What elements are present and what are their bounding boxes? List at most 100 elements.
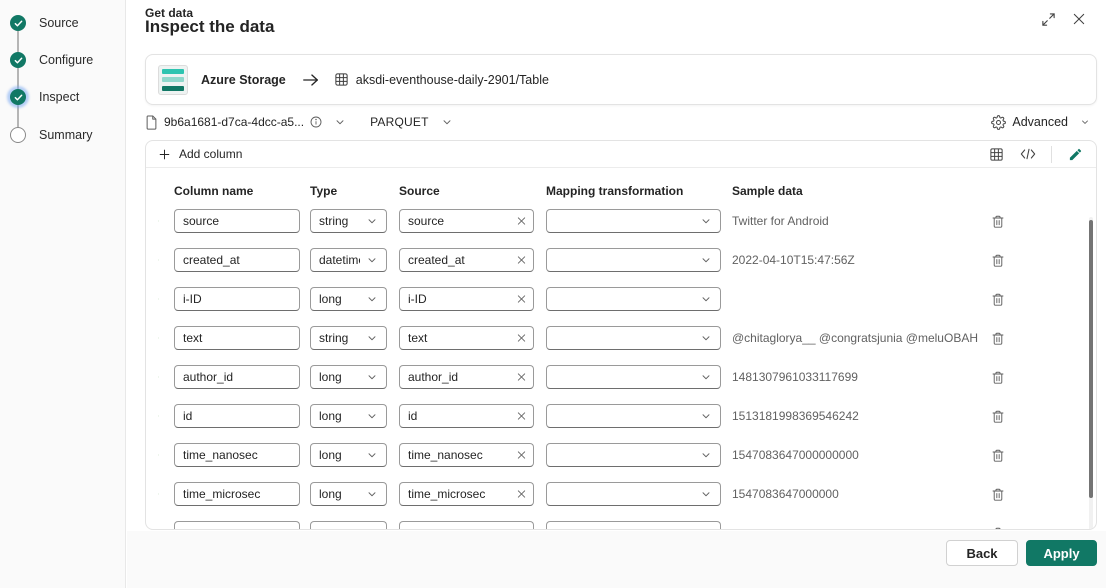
arrow-right-icon — [302, 73, 320, 87]
delete-row-icon[interactable] — [990, 214, 1006, 229]
clear-source-icon[interactable] — [516, 411, 527, 422]
info-icon — [310, 116, 322, 128]
mapping-transformation-select[interactable] — [546, 326, 721, 350]
row-valid-check-icon — [158, 369, 159, 385]
scrollbar-thumb[interactable] — [1089, 220, 1093, 498]
table-row: long 1481307961033117699 — [146, 365, 1096, 389]
step-empty-circle-icon — [10, 127, 26, 143]
advanced-menu[interactable]: Advanced — [991, 110, 1090, 134]
source-field-input[interactable] — [399, 287, 534, 311]
type-select[interactable] — [310, 521, 387, 529]
mapping-transformation-select[interactable] — [546, 443, 721, 467]
clear-source-icon[interactable] — [516, 216, 527, 227]
apply-button[interactable]: Apply — [1026, 540, 1097, 566]
source-field-input[interactable] — [399, 404, 534, 428]
step-configure[interactable]: Configure — [10, 52, 93, 68]
type-select[interactable]: string — [310, 209, 387, 233]
source-field-input[interactable] — [399, 521, 534, 529]
column-name-input[interactable] — [174, 326, 300, 350]
add-column-label: Add column — [179, 147, 243, 161]
clear-source-icon[interactable] — [516, 528, 527, 530]
destination-table-name: aksdi-eventhouse-daily-2901/Table — [355, 72, 549, 87]
clear-source-icon[interactable] — [516, 450, 527, 461]
clear-source-icon[interactable] — [516, 372, 527, 383]
source-field-input[interactable] — [399, 443, 534, 467]
delete-row-icon[interactable] — [990, 253, 1006, 268]
delete-row-icon[interactable] — [990, 448, 1006, 463]
chevron-down-icon — [1080, 117, 1090, 127]
sample-data-text: @chitaglorya__ @congratsjunia @meluOBAH … — [732, 331, 982, 345]
type-select[interactable]: string — [310, 326, 387, 350]
clear-source-icon[interactable] — [516, 255, 527, 266]
delete-row-icon[interactable] — [990, 526, 1006, 529]
column-name-input[interactable] — [174, 365, 300, 389]
delete-row-icon[interactable] — [990, 487, 1006, 502]
step-complete-check-icon — [10, 15, 26, 31]
clear-source-icon[interactable] — [516, 294, 527, 305]
column-name-input[interactable] — [174, 248, 300, 272]
add-column-button[interactable]: Add column — [158, 147, 242, 161]
column-name-input[interactable] — [174, 287, 300, 311]
format-selector[interactable]: PARQUET — [370, 115, 453, 129]
type-select[interactable]: datetime — [310, 248, 387, 272]
step-inspect[interactable]: Inspect — [10, 89, 79, 105]
step-label: Source — [39, 16, 79, 30]
vertical-scrollbar — [1089, 217, 1093, 529]
table-view-icon[interactable] — [987, 145, 1005, 163]
column-name-input[interactable] — [174, 521, 300, 529]
expand-dialog-icon[interactable] — [1039, 10, 1057, 28]
chevron-down-icon — [441, 116, 453, 128]
toolbar-divider — [1051, 145, 1052, 163]
sample-data-text: 1513181998369546242 — [732, 409, 859, 423]
source-field-input[interactable] — [399, 365, 534, 389]
row-valid-check-icon — [158, 447, 159, 463]
column-name-input[interactable] — [174, 209, 300, 233]
mapping-transformation-select[interactable] — [546, 287, 721, 311]
plus-icon — [158, 148, 171, 161]
source-field-input[interactable] — [399, 248, 534, 272]
chevron-down-icon — [700, 293, 712, 305]
mapping-transformation-select[interactable] — [546, 209, 721, 233]
file-selector[interactable]: 9b6a1681-d7ca-4dcc-a5... — [145, 114, 346, 130]
mapping-transformation-select[interactable] — [546, 404, 721, 428]
chevron-down-icon — [700, 449, 712, 461]
type-select[interactable]: long — [310, 443, 387, 467]
source-name: Azure Storage — [201, 72, 286, 87]
mapping-transformation-select[interactable] — [546, 482, 721, 506]
mapping-transformation-select[interactable] — [546, 365, 721, 389]
delete-row-icon[interactable] — [990, 409, 1006, 424]
column-name-input[interactable] — [174, 443, 300, 467]
back-button[interactable]: Back — [946, 540, 1018, 566]
header-source: Source — [399, 184, 440, 198]
delete-row-icon[interactable] — [990, 370, 1006, 385]
chevron-down-icon — [366, 215, 378, 227]
source-field-input[interactable] — [399, 326, 534, 350]
delete-row-icon[interactable] — [990, 331, 1006, 346]
chevron-down-icon — [700, 215, 712, 227]
clear-source-icon[interactable] — [516, 333, 527, 344]
type-select[interactable]: long — [310, 482, 387, 506]
code-view-icon[interactable] — [1019, 145, 1037, 163]
source-field-input[interactable] — [399, 482, 534, 506]
edit-pencil-icon[interactable] — [1066, 145, 1084, 163]
gear-icon — [991, 114, 1007, 130]
step-summary[interactable]: Summary — [10, 127, 92, 143]
chevron-down-icon — [700, 254, 712, 266]
type-select[interactable]: long — [310, 287, 387, 311]
source-field-input[interactable] — [399, 209, 534, 233]
mapping-transformation-select[interactable] — [546, 521, 721, 529]
mapping-transformation-select[interactable] — [546, 248, 721, 272]
chevron-down-icon — [366, 371, 378, 383]
delete-row-icon[interactable] — [990, 292, 1006, 307]
chevron-down-icon — [366, 488, 378, 500]
close-icon[interactable] — [1070, 10, 1088, 28]
chevron-down-icon — [366, 293, 378, 305]
clear-source-icon[interactable] — [516, 489, 527, 500]
type-select[interactable]: long — [310, 404, 387, 428]
wizard-stepper-sidebar: Source Configure Inspect Summary — [0, 0, 126, 588]
step-source[interactable]: Source — [10, 15, 79, 31]
column-name-input[interactable] — [174, 482, 300, 506]
type-select[interactable]: long — [310, 365, 387, 389]
step-complete-check-icon — [10, 89, 26, 105]
column-name-input[interactable] — [174, 404, 300, 428]
